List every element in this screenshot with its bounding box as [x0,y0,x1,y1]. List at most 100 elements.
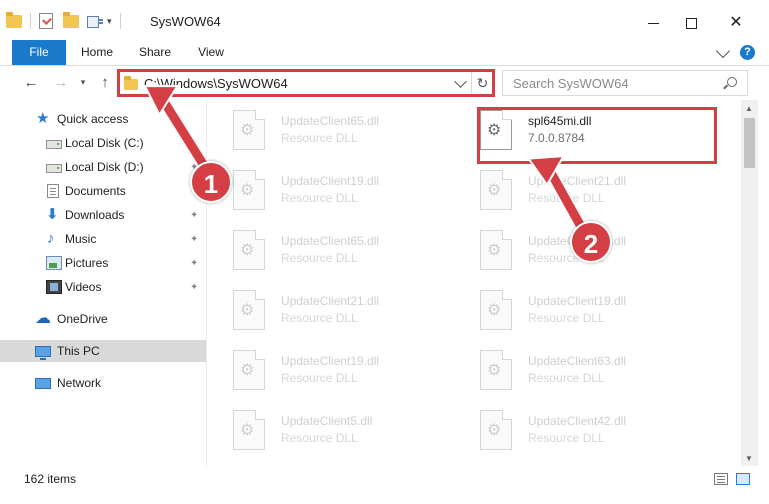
tab-home[interactable]: Home [72,40,122,65]
search-icon[interactable] [727,77,737,87]
dll-file-icon [233,410,265,450]
sidebar-item-onedrive[interactable]: ☁ OneDrive [0,308,206,330]
documents-icon [47,184,59,198]
tab-share[interactable]: Share [130,40,180,65]
item-count: 162 items [24,472,77,486]
sidebar-item-documents[interactable]: Documents ✦ [0,180,206,202]
folder-icon [6,11,22,28]
star-icon: ★ [36,110,50,127]
minimize-icon [647,22,659,24]
up-icon[interactable]: ↑ [96,73,114,91]
pin-icon[interactable]: ✦ [190,210,198,221]
customize-qat-icon[interactable] [87,14,103,28]
music-icon: ♪ [47,230,55,247]
file-name: UpdateClient19.dll [281,354,380,368]
sidebar-item-network[interactable]: Network [0,372,206,394]
file-type: Resource DLL [281,251,358,265]
address-bar[interactable]: C:\Windows\SysWOW64 ↻ [118,70,494,96]
separator [30,13,31,29]
expand-ribbon-icon[interactable] [715,43,731,59]
sidebar-item-local-disk-c[interactable]: Local Disk (C:) ✦ [0,132,206,154]
scroll-thumb[interactable] [744,118,755,168]
file-tile[interactable]: UpdateClient42.dll Resource DLL [454,404,694,460]
properties-check-icon[interactable] [39,13,53,29]
tab-view[interactable]: View [188,40,234,65]
dll-file-icon [480,230,512,270]
sidebar-item-label: Videos [65,280,102,294]
file-tile-selected[interactable]: spl645mi.dll 7.0.0.8784 [454,104,694,160]
file-tile[interactable]: UpdateClient65.dll Resource DLL [207,104,447,160]
scroll-up-icon[interactable]: ▲ [745,104,753,113]
file-tile[interactable]: UpdateClient19.dll Resource DLL [207,164,447,220]
pin-icon[interactable]: ✦ [190,282,198,293]
ribbon: File Home Share View ? [0,40,769,66]
step-1-badge: 1 [190,161,232,203]
file-tile[interactable]: UpdateClient19.dll Resource DLL [454,284,694,340]
dll-file-icon [233,350,265,390]
large-icons-view-icon[interactable] [736,473,750,485]
window-title: SysWOW64 [150,14,221,29]
file-name: UpdateClient63.dll [528,354,627,368]
file-version: 7.0.0.8784 [528,131,585,145]
forward-icon[interactable]: → [52,73,70,91]
sidebar-item-local-disk-d[interactable]: Local Disk (D:) ✦ [0,156,206,178]
refresh-icon[interactable]: ↻ [471,71,493,95]
sidebar-item-quick-access[interactable]: ★ Quick access [0,108,206,130]
scroll-down-icon[interactable]: ▼ [745,454,753,463]
file-name: UpdateClient42.dll [528,414,627,428]
file-tile[interactable]: UpdateClient19.dll Resource DLL [207,344,447,400]
help-icon[interactable]: ? [740,45,755,60]
pin-icon[interactable]: ✦ [190,138,198,149]
dll-file-icon [233,230,265,270]
sidebar-item-music[interactable]: ♪ Music ✦ [0,228,206,250]
navigation-bar: ← → ▾ ↑ C:\Windows\SysWOW64 ↻ Search Sys… [0,67,769,99]
file-tile[interactable]: UpdateClient65.dll Resource DLL [207,224,447,280]
details-view-icon[interactable] [714,473,728,485]
dll-file-icon [233,110,265,150]
file-tile[interactable]: UpdateClient5.dll Resource DLL [207,404,447,460]
sidebar-item-videos[interactable]: Videos ✦ [0,276,206,298]
back-icon[interactable]: ← [22,73,40,91]
sidebar-item-label: Local Disk (C:) [65,136,144,150]
file-tile[interactable]: UpdateClient63.dll Resource DLL [454,344,694,400]
tab-file[interactable]: File [12,40,66,65]
dll-file-icon [233,290,265,330]
step-2-badge: 2 [570,221,612,263]
new-folder-icon[interactable] [63,11,79,28]
dll-file-icon [480,110,512,150]
file-name: UpdateClient5.dll [281,414,373,428]
close-icon: ✕ [729,14,743,31]
videos-icon [46,280,62,294]
file-type: Resource DLL [281,131,358,145]
sidebar-item-this-pc[interactable]: This PC [0,340,206,362]
sidebar-item-label: Documents [65,184,126,198]
pin-icon[interactable]: ✦ [190,234,198,245]
qat-dropdown-icon[interactable]: ▾ [107,16,112,27]
recent-locations-icon[interactable]: ▾ [74,73,92,91]
chevron-down-icon[interactable] [454,75,467,88]
address-path[interactable]: C:\Windows\SysWOW64 [144,76,288,91]
sidebar-item-label: Local Disk (D:) [65,160,144,174]
file-name: UpdateClient65.dll [281,234,380,248]
drive-icon [46,140,62,149]
download-icon: ⬇ [46,206,59,223]
pin-icon[interactable]: ✦ [190,258,198,269]
search-placeholder: Search SysWOW64 [513,76,629,91]
search-input[interactable]: Search SysWOW64 [502,70,748,96]
file-name: UpdateClient19.dll [528,294,627,308]
status-bar: 162 items [0,468,769,490]
file-name: UpdateClient21.dll [528,174,627,188]
sidebar-item-label: Network [57,376,102,390]
dll-file-icon [480,290,512,330]
sidebar-item-downloads[interactable]: ⬇ Downloads ✦ [0,204,206,226]
file-type: Resource DLL [281,371,358,385]
file-tile[interactable]: UpdateClient21.dll Resource DLL [454,164,694,220]
file-name: spl645mi.dll [528,114,592,128]
drive-icon [46,164,62,173]
dll-file-icon [480,170,512,210]
file-tile[interactable]: UpdateClient21.dll Resource DLL [207,284,447,340]
quick-access-toolbar: ▾ [6,10,125,32]
dll-file-icon [480,410,512,450]
vertical-scrollbar[interactable]: ▲ ▼ [741,100,758,466]
sidebar-item-pictures[interactable]: Pictures ✦ [0,252,206,274]
